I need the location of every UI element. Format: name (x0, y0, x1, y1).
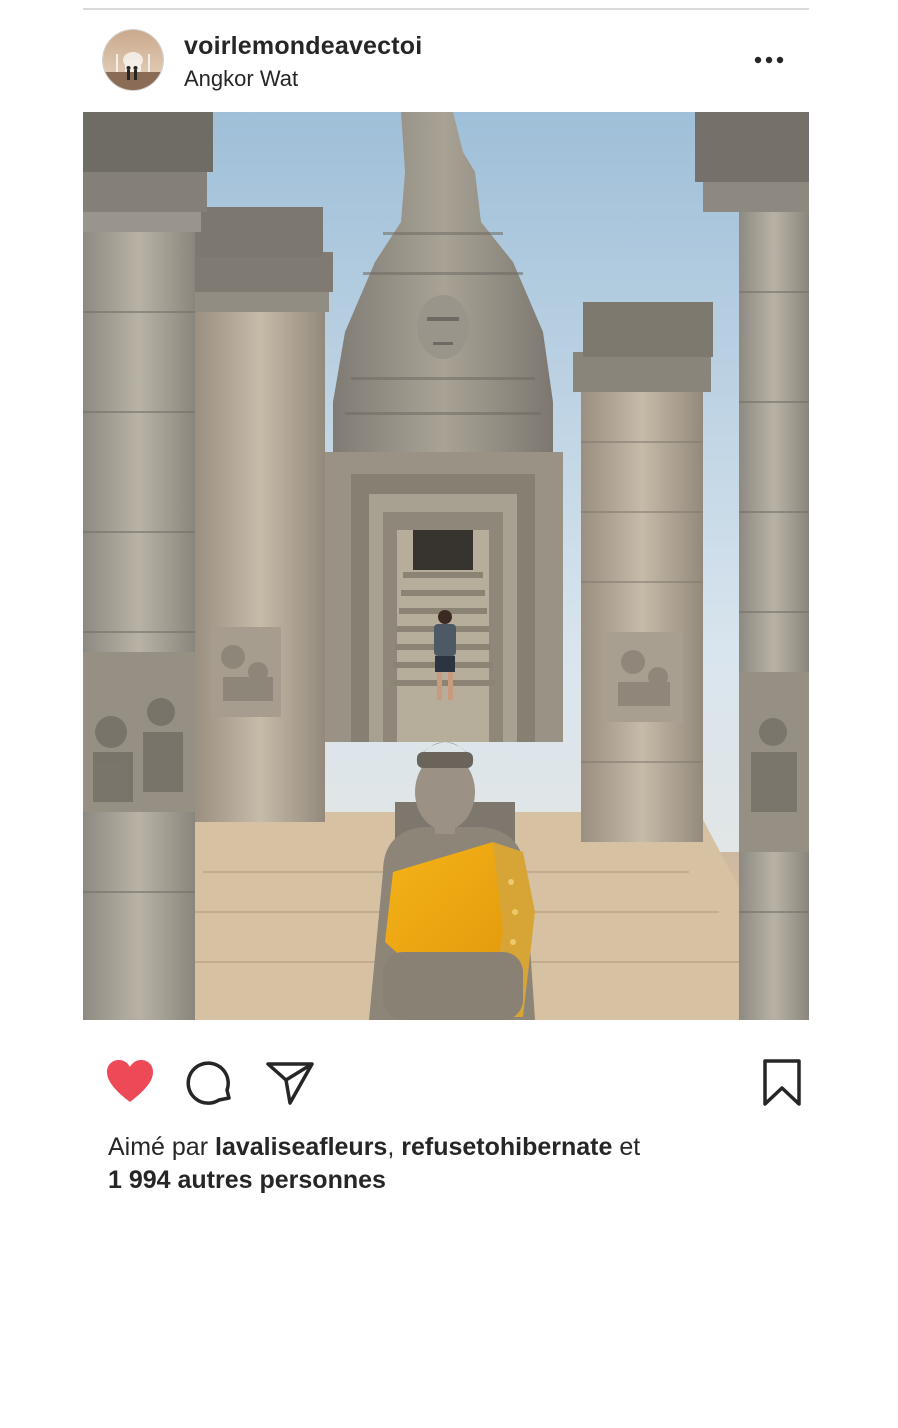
temple-photo (83, 112, 809, 1020)
comment-icon (186, 1061, 231, 1105)
post-photo[interactable] (83, 112, 809, 1020)
save-button[interactable] (757, 1058, 807, 1108)
liker-lavaliseafleurs[interactable]: lavaliseafleurs (215, 1133, 387, 1161)
likes-summary: Aimé par lavaliseafleurs, refusetohibern… (108, 1131, 788, 1197)
avatar-image (103, 30, 163, 90)
like-button[interactable] (105, 1058, 155, 1108)
avatar[interactable] (103, 30, 163, 90)
comment-button[interactable] (185, 1058, 235, 1108)
heart-icon (107, 1060, 153, 1102)
likes-separator: , (387, 1133, 395, 1161)
liker-refusetohibernate[interactable]: refusetohibernate (401, 1133, 612, 1161)
likes-prefix: Aimé par (108, 1133, 209, 1161)
username[interactable]: voirlemondeavectoi (184, 32, 422, 61)
more-options-button[interactable] (747, 42, 791, 78)
paper-plane-icon (266, 1062, 314, 1105)
bookmark-icon (763, 1059, 801, 1106)
post-header: voirlemondeavectoi Angkor Wat (83, 24, 809, 96)
post-actions (83, 1050, 809, 1114)
more-options-icon (754, 56, 784, 64)
likes-others-count[interactable]: 1 994 autres personnes (108, 1164, 788, 1197)
top-divider (83, 8, 809, 10)
likes-conjunction: et (619, 1133, 641, 1161)
location[interactable]: Angkor Wat (184, 66, 298, 92)
share-button[interactable] (265, 1058, 315, 1108)
